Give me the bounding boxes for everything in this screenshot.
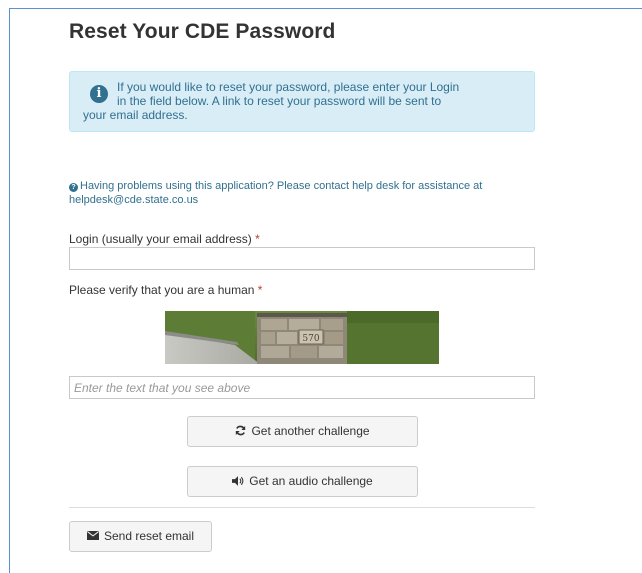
alert-line-3: your email address. <box>83 108 188 122</box>
refresh-icon <box>235 417 246 446</box>
send-reset-email-button[interactable]: Send reset email <box>69 521 212 552</box>
get-another-challenge-label: Get another challenge <box>251 424 370 438</box>
captcha-number: 570 <box>302 334 319 344</box>
login-input[interactable] <box>69 247 535 270</box>
form-divider <box>69 507 535 508</box>
help-line-1: Having problems using this application? … <box>80 180 483 192</box>
envelope-icon <box>86 522 99 551</box>
page-title: Reset Your CDE Password <box>69 20 336 43</box>
info-alert: i If you would like to reset your passwo… <box>69 71 535 132</box>
get-audio-challenge-button[interactable]: Get an audio challenge <box>187 466 418 497</box>
alert-message: If you would like to reset your password… <box>70 80 530 122</box>
get-audio-challenge-label: Get an audio challenge <box>249 474 373 488</box>
help-email: helpdesk@cde.state.co.us <box>69 194 199 206</box>
question-circle-icon: ? <box>69 183 78 192</box>
required-marker: * <box>255 232 260 246</box>
get-another-challenge-button[interactable]: Get another challenge <box>187 416 418 447</box>
login-label: Login (usually your email address) * <box>69 232 260 246</box>
captcha-answer-input[interactable] <box>69 376 535 399</box>
help-text: ? Having problems using this application?… <box>69 179 539 207</box>
captcha-image: 570 <box>165 311 439 364</box>
alert-line-1: If you would like to reset your password… <box>117 80 460 94</box>
volume-icon <box>232 467 244 496</box>
captcha-label: Please verify that you are a human * <box>69 283 263 297</box>
required-marker: * <box>257 283 263 297</box>
send-reset-email-label: Send reset email <box>103 529 195 543</box>
alert-line-2: in the field below. A link to reset your… <box>117 94 442 108</box>
